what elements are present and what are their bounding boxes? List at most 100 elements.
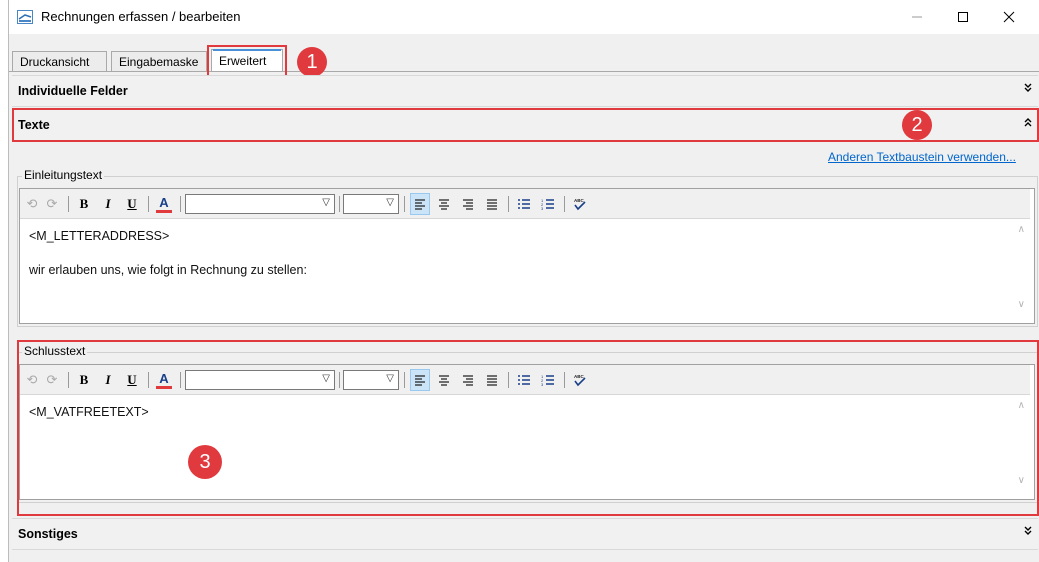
section-individuelle-felder[interactable]: Individuelle Felder [12, 75, 1038, 107]
section-texte[interactable]: Texte [12, 109, 1038, 141]
font-family-select[interactable]: ▽ [185, 194, 335, 214]
align-center-icon[interactable] [434, 193, 454, 215]
align-justify-icon[interactable] [482, 369, 502, 391]
svg-text:3: 3 [541, 382, 544, 386]
underline-button[interactable]: U [124, 193, 140, 215]
annotation-badge-2: 2 [902, 110, 932, 140]
anderen-textbaustein-link[interactable]: Anderen Textbaustein verwenden... [828, 150, 1016, 164]
redo-icon[interactable]: ⟳ [44, 369, 60, 391]
chevron-double-up-icon [1024, 117, 1032, 130]
section-title: Sonstiges [18, 527, 78, 541]
toolbar-separator [564, 372, 565, 388]
font-color-letter: A [159, 194, 169, 210]
annotation-badge-1: 1 [297, 47, 327, 77]
font-color-swatch [156, 209, 172, 213]
schlusstext-editor: ⟲ ⟳ B I U A ▽ ▽ 1 2 3 ABC <M_VATFREETEXT… [19, 364, 1035, 500]
numbered-list-icon[interactable]: 123 [538, 369, 558, 391]
einleitungstext-editor: ⟲ ⟳ B I U A ▽ ▽ 1 2 3 ABC <M_LETTERADDRE… [19, 188, 1035, 324]
einleitungstext-label: Einleitungstext [22, 168, 105, 182]
schlusstext-label: Schlusstext [22, 344, 88, 358]
scroll-up-icon[interactable]: ∧ [1018, 400, 1025, 411]
close-button[interactable] [986, 0, 1032, 34]
schlusstext-content[interactable]: <M_VATFREETEXT> ∧ ∨ [20, 395, 1030, 499]
toolbar-separator [339, 196, 340, 212]
minimize-button[interactable] [894, 0, 940, 34]
align-left-icon[interactable] [410, 369, 430, 391]
tab-divider [9, 71, 1039, 72]
align-justify-icon[interactable] [482, 193, 502, 215]
chevron-down-icon: ▽ [322, 373, 330, 384]
bold-button[interactable]: B [76, 369, 92, 391]
font-family-select[interactable]: ▽ [185, 370, 335, 390]
toolbar-separator [564, 196, 565, 212]
redo-icon[interactable]: ⟳ [44, 193, 60, 215]
section-sonstiges[interactable]: Sonstiges [12, 518, 1038, 550]
text-line: <M_VATFREETEXT> [29, 405, 149, 419]
toolbar-separator [404, 372, 405, 388]
text-line: <M_LETTERADDRESS> [29, 229, 170, 243]
section-title: Texte [18, 118, 50, 132]
toolbar-separator [339, 372, 340, 388]
spellcheck-icon[interactable]: ABC [570, 193, 590, 215]
bullet-list-icon[interactable] [514, 369, 534, 391]
editor-toolbar: ⟲ ⟳ B I U A ▽ ▽ 1 2 3 ABC [20, 189, 1030, 219]
toolbar-separator [68, 372, 69, 388]
font-size-select[interactable]: ▽ [343, 194, 399, 214]
annotation-badge-3: 3 [188, 445, 222, 479]
window: Rechnungen erfassen / bearbeiten Druckan… [8, 0, 1039, 562]
font-color-button[interactable]: A [154, 369, 174, 391]
minimize-icon [912, 16, 922, 18]
toolbar-separator [180, 196, 181, 212]
align-center-icon[interactable] [434, 369, 454, 391]
editor-toolbar: ⟲ ⟳ B I U A ▽ ▽ 1 2 3 ABC [20, 365, 1030, 395]
bullet-list-icon[interactable] [514, 193, 534, 215]
align-right-icon[interactable] [458, 369, 478, 391]
toolbar-separator [68, 196, 69, 212]
bold-button[interactable]: B [76, 193, 92, 215]
maximize-button[interactable] [940, 0, 986, 34]
undo-icon[interactable]: ⟲ [24, 369, 40, 391]
tab-druckansicht[interactable]: Druckansicht [12, 51, 107, 72]
font-color-swatch [156, 385, 172, 389]
tab-eingabemaske[interactable]: Eingabemaske [111, 51, 207, 72]
undo-icon[interactable]: ⟲ [24, 193, 40, 215]
close-icon [1003, 11, 1015, 23]
numbered-list-icon[interactable]: 123 [538, 193, 558, 215]
tab-erweitert[interactable]: Erweitert [211, 49, 283, 72]
text-line: wir erlauben uns, wie folgt in Rechnung … [29, 263, 307, 277]
toolbar-separator [148, 372, 149, 388]
font-size-select[interactable]: ▽ [343, 370, 399, 390]
italic-button[interactable]: I [100, 369, 116, 391]
toolbar-separator [180, 372, 181, 388]
align-left-icon[interactable] [410, 193, 430, 215]
app-icon [17, 10, 33, 24]
underline-button[interactable]: U [124, 369, 140, 391]
einleitungstext-content[interactable]: <M_LETTERADDRESS> wir erlauben uns, wie … [20, 219, 1030, 323]
einleitungstext-group: Einleitungstext ⟲ ⟳ B I U A ▽ ▽ 1 2 3 AB… [17, 168, 1038, 327]
svg-text:3: 3 [541, 206, 544, 210]
chevron-double-down-icon [1024, 83, 1032, 96]
svg-text:ABC: ABC [574, 374, 584, 379]
section-title: Individuelle Felder [18, 84, 128, 98]
toolbar-separator [508, 196, 509, 212]
chevron-down-icon: ▽ [386, 197, 394, 208]
chevron-double-down-icon [1024, 526, 1032, 539]
tab-strip: Druckansicht Eingabemaske Erweitert [9, 34, 1039, 72]
scroll-up-icon[interactable]: ∧ [1018, 224, 1025, 235]
schlusstext-group: Schlusstext ⟲ ⟳ B I U A ▽ ▽ 1 2 3 ABC <M… [17, 344, 1038, 503]
align-right-icon[interactable] [458, 193, 478, 215]
maximize-icon [958, 12, 968, 22]
toolbar-separator [148, 196, 149, 212]
font-color-button[interactable]: A [154, 193, 174, 215]
chevron-down-icon: ▽ [322, 197, 330, 208]
font-color-letter: A [159, 370, 169, 386]
window-title: Rechnungen erfassen / bearbeiten [41, 9, 241, 24]
title-bar: Rechnungen erfassen / bearbeiten [9, 0, 1039, 34]
svg-text:ABC: ABC [574, 198, 584, 203]
spellcheck-icon[interactable]: ABC [570, 369, 590, 391]
toolbar-separator [404, 196, 405, 212]
scroll-down-icon[interactable]: ∨ [1018, 475, 1025, 486]
toolbar-separator [508, 372, 509, 388]
scroll-down-icon[interactable]: ∨ [1018, 299, 1025, 310]
italic-button[interactable]: I [100, 193, 116, 215]
